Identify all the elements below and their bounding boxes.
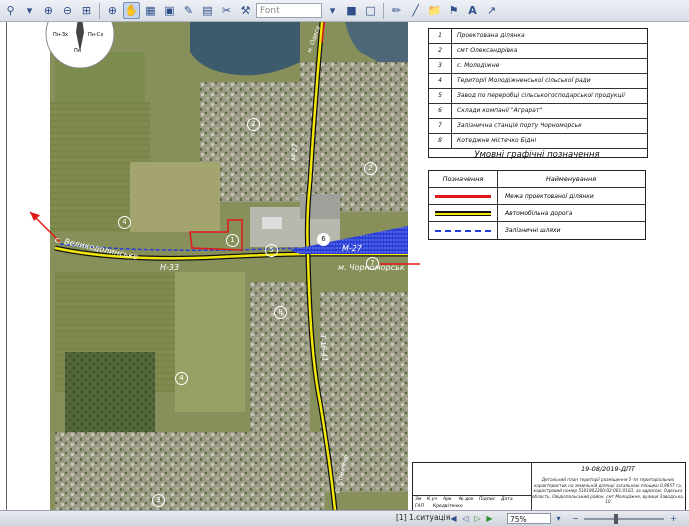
bookmark-icon[interactable]: ⚑ [445, 2, 462, 19]
boundary-symbol [429, 188, 498, 205]
zoom-select[interactable]: 75% [507, 513, 551, 524]
zoom-out-icon[interactable]: ⊖ [59, 2, 76, 19]
legend-table: 1 Проектована ділянка 2 смт Олександрівка … [428, 28, 648, 158]
graphic-legend-table: Позначення Найменування Межа проектовано… [428, 170, 646, 240]
graphic-col-symbol: Позначення [429, 171, 498, 187]
rail-symbol [429, 222, 498, 239]
compass-nw-label: Пн-Зх [53, 32, 68, 38]
zoom-dropdown-icon[interactable]: ▾ [21, 2, 38, 19]
zoom-in-icon[interactable]: ⊕ [40, 2, 57, 19]
legend-row: 7 Залізнична станція порту Чорноморськ [429, 119, 647, 134]
cut-icon[interactable]: ✂ [218, 2, 235, 19]
map-marker: 7 [366, 257, 379, 270]
combo-arrow-icon[interactable]: ▾ [324, 2, 341, 19]
map-marker: 8 [274, 306, 287, 319]
separator [99, 2, 100, 19]
pan-icon[interactable]: ⊕ [104, 2, 121, 19]
next-page-icon[interactable]: ▷ [472, 513, 483, 524]
graphic-row: Межа проектованої ділянки [429, 187, 645, 205]
edit-icon[interactable]: ✎ [180, 2, 197, 19]
font-combo[interactable]: Font [256, 3, 322, 18]
snap-icon[interactable]: ▦ [142, 2, 159, 19]
folder-icon[interactable]: 📁 [426, 2, 443, 19]
arrow-icon[interactable]: ↗ [483, 2, 500, 19]
road-symbol [429, 205, 498, 222]
map-marker: 4 [175, 372, 188, 385]
page-tab[interactable]: [1] 1.ситуація [396, 513, 450, 522]
map-label-m27: М-27 [342, 244, 362, 253]
graphic-col-name: Найменування [545, 175, 597, 183]
legend-row: 2 смт Олександрівка [429, 44, 647, 59]
map-marker: 6 [317, 233, 330, 246]
graphic-legend-title: Умовні графічні позначення [474, 150, 600, 160]
map-marker: 1 [226, 234, 239, 247]
zoom-minus-icon[interactable]: − [570, 513, 581, 524]
legend-row: 4 Території Молодіжненської сільської рад… [429, 74, 647, 89]
grid-icon[interactable]: ▣ [161, 2, 178, 19]
stamp-columns: Зм К.уч Арк № док Підпис Дата ГАП Кредві… [413, 495, 531, 510]
hand-icon[interactable]: ✋ [123, 2, 140, 19]
legend-row: 6 Склади компанії "Аграрат" [429, 104, 647, 119]
map-marker: 2 [247, 118, 260, 131]
label-icon[interactable]: A [464, 2, 481, 19]
zoom-slider-track[interactable] [584, 518, 664, 520]
text-icon[interactable]: □ [362, 2, 379, 19]
legend-row: 1 Проектована ділянка [429, 29, 647, 44]
compass-ne-label: Пн-Сх [88, 32, 104, 38]
draw-icon[interactable]: ✏ [388, 2, 405, 19]
status-bar: [1] 1.ситуація ◀ ◁ ▷ ▶ 75% ▾ − + [0, 510, 689, 526]
bold-icon[interactable]: ■ [343, 2, 360, 19]
tools-icon[interactable]: ⚒ [237, 2, 254, 19]
compass-n-label: Пн [74, 48, 82, 54]
title-block: 19-08/2019-ДПТ Детальний план території … [412, 462, 686, 510]
toolbar: ⚲ ▾ ⊕ ⊖ ⊞ ⊕ ✋ ▦ ▣ ✎ ▤ ✂ ⚒ Font ▾ ■ □ ✏ ╱… [0, 0, 689, 22]
legend-row: 3 с. Молодіжне [429, 59, 647, 74]
project-code: 19-08/2019-ДПТ [581, 465, 635, 473]
project-description: Детальний план території розміщення 5-ти… [531, 477, 685, 504]
last-page-icon[interactable]: ▶ [484, 513, 495, 524]
graphic-row: Автомобільна дорога [429, 204, 645, 222]
map-marker: 4 [118, 216, 131, 229]
separator [383, 2, 384, 19]
first-page-icon[interactable]: ◀ [448, 513, 459, 524]
graphic-row: Залізничні шляхи [429, 221, 645, 239]
zoom-icon[interactable]: ⚲ [2, 2, 19, 19]
map-marker: 5 [265, 244, 278, 257]
map-marker: 2 [364, 162, 377, 175]
zoom-slider-thumb[interactable] [614, 514, 618, 524]
map-marker: 3 [152, 494, 165, 507]
line-icon[interactable]: ╱ [407, 2, 424, 19]
legend-row: 5 Завод по переробці сільськогосподарсько… [429, 89, 647, 104]
legend-row: 8 Котеджне містечко Бідні [429, 134, 647, 149]
map-label-h33: Н-33 [160, 263, 180, 272]
prev-page-icon[interactable]: ◁ [460, 513, 471, 524]
map-label-m27-vertical: М-27 [289, 142, 300, 162]
navigate-icon[interactable]: ⊞ [78, 2, 95, 19]
zoom-plus-icon[interactable]: + [668, 513, 679, 524]
table-icon[interactable]: ▤ [199, 2, 216, 19]
zoom-dropdown-icon[interactable]: ▾ [553, 513, 564, 524]
drawing-workspace[interactable]: Пн-Зх Пн-Сх Пн с. Великодолинське Н-33 М… [0, 22, 689, 510]
